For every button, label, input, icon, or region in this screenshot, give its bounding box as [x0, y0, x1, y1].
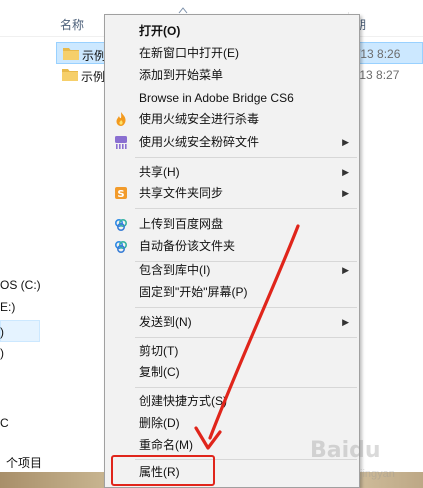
menu-item-include-in-library[interactable]: 包含到库中(I) ▶ [107, 259, 357, 281]
menu-item-share-sync[interactable]: S 共享文件夹同步 ▶ [107, 182, 357, 204]
folder-icon [62, 69, 78, 81]
menu-item-send-to[interactable]: 发送到(N) ▶ [107, 311, 357, 333]
item-count-status: 个项目 [6, 456, 43, 470]
menu-item-pin-to-start[interactable]: 固定到"开始"屏幕(P) [107, 281, 357, 303]
menu-separator [135, 387, 357, 388]
menu-separator [135, 208, 357, 209]
watermark-subtext: jingyan [360, 468, 395, 480]
nav-item-drive[interactable]: E:) [0, 300, 15, 314]
baidu-jingyan-watermark: Baidu jingyan [310, 428, 420, 486]
folder-icon [63, 48, 79, 60]
menu-item-label: 使用火绒安全粉碎文件 [139, 135, 260, 149]
menu-separator [135, 307, 357, 308]
menu-item-label: 固定到"开始"屏幕(P) [139, 285, 248, 299]
menu-item-copy[interactable]: 复制(C) [107, 361, 357, 383]
svg-text:S: S [117, 189, 124, 200]
nav-item-drive[interactable]: ) [0, 346, 4, 360]
submenu-arrow-icon: ▶ [342, 265, 349, 275]
menu-item-huorong-shred[interactable]: 使用火绒安全粉碎文件 ▶ [107, 131, 357, 153]
menu-item-label: 剪切(T) [139, 344, 179, 358]
file-name: 示例 [81, 70, 106, 84]
menu-item-label: 添加到开始菜单 [139, 68, 224, 82]
menu-item-create-shortcut[interactable]: 创建快捷方式(S) [107, 390, 357, 412]
menu-item-share[interactable]: 共享(H) ▶ [107, 161, 357, 183]
menu-item-label: 上传到百度网盘 [139, 217, 224, 231]
properties-highlight-box [111, 455, 215, 486]
menu-item-label: Browse in Adobe Bridge CS6 [139, 91, 294, 105]
context-menu: 打开(O) 在新窗口中打开(E) 添加到开始菜单 Browse in Adobe… [104, 14, 360, 488]
menu-item-add-to-start[interactable]: 添加到开始菜单 [107, 64, 357, 86]
menu-item-open-new-window[interactable]: 在新窗口中打开(E) [107, 42, 357, 64]
menu-separator [135, 157, 357, 158]
file-date: /13 8:26 [357, 47, 401, 61]
menu-item-huorong-scan[interactable]: 使用火绒安全进行杀毒 [107, 108, 357, 130]
shredder-icon [115, 136, 127, 149]
file-date: /13 8:27 [356, 68, 400, 82]
nav-item-drive[interactable]: ) [0, 325, 4, 339]
menu-item-label: 共享文件夹同步 [139, 186, 224, 200]
nav-item-os-drive[interactable]: OS (C:) [0, 278, 41, 292]
menu-item-label: 创建快捷方式(S) [139, 394, 227, 408]
menu-item-label: 共享(H) [139, 165, 180, 179]
flame-icon [116, 112, 126, 126]
submenu-arrow-icon: ▶ [342, 167, 349, 177]
file-name: 示例 [82, 49, 107, 63]
menu-item-adobe-bridge[interactable]: Browse in Adobe Bridge CS6 [107, 87, 357, 109]
nav-selection-highlight [0, 320, 40, 342]
cloud-icon [114, 218, 128, 232]
watermark-text: Baidu [310, 438, 381, 463]
menu-item-label: 在新窗口中打开(E) [139, 46, 239, 60]
menu-item-cut[interactable]: 剪切(T) [107, 340, 357, 362]
menu-item-label: 发送到(N) [139, 315, 192, 329]
menu-item-label: 使用火绒安全进行杀毒 [139, 112, 260, 126]
submenu-arrow-icon: ▶ [342, 137, 349, 147]
submenu-arrow-icon: ▶ [342, 188, 349, 198]
name-column-header[interactable]: 名称 [60, 16, 84, 33]
menu-item-label: 打开(O) [139, 24, 181, 38]
menu-item-label: 自动备份该文件夹 [139, 239, 236, 253]
menu-item-label: 包含到库中(I) [139, 263, 211, 277]
menu-separator [135, 337, 357, 338]
menu-item-label: 复制(C) [139, 365, 180, 379]
nav-item-network[interactable]: C [0, 416, 9, 430]
menu-item-open[interactable]: 打开(O) [107, 20, 357, 42]
menu-item-upload-baidu[interactable]: 上传到百度网盘 [107, 213, 357, 235]
sync-icon: S [115, 187, 127, 200]
sort-up-icon [178, 7, 188, 14]
menu-item-auto-backup[interactable]: 自动备份该文件夹 [107, 235, 357, 257]
submenu-arrow-icon: ▶ [342, 317, 349, 327]
cloud-icon [114, 240, 128, 254]
menu-item-label: 重命名(M) [139, 438, 193, 452]
menu-item-label: 删除(D) [139, 416, 180, 430]
